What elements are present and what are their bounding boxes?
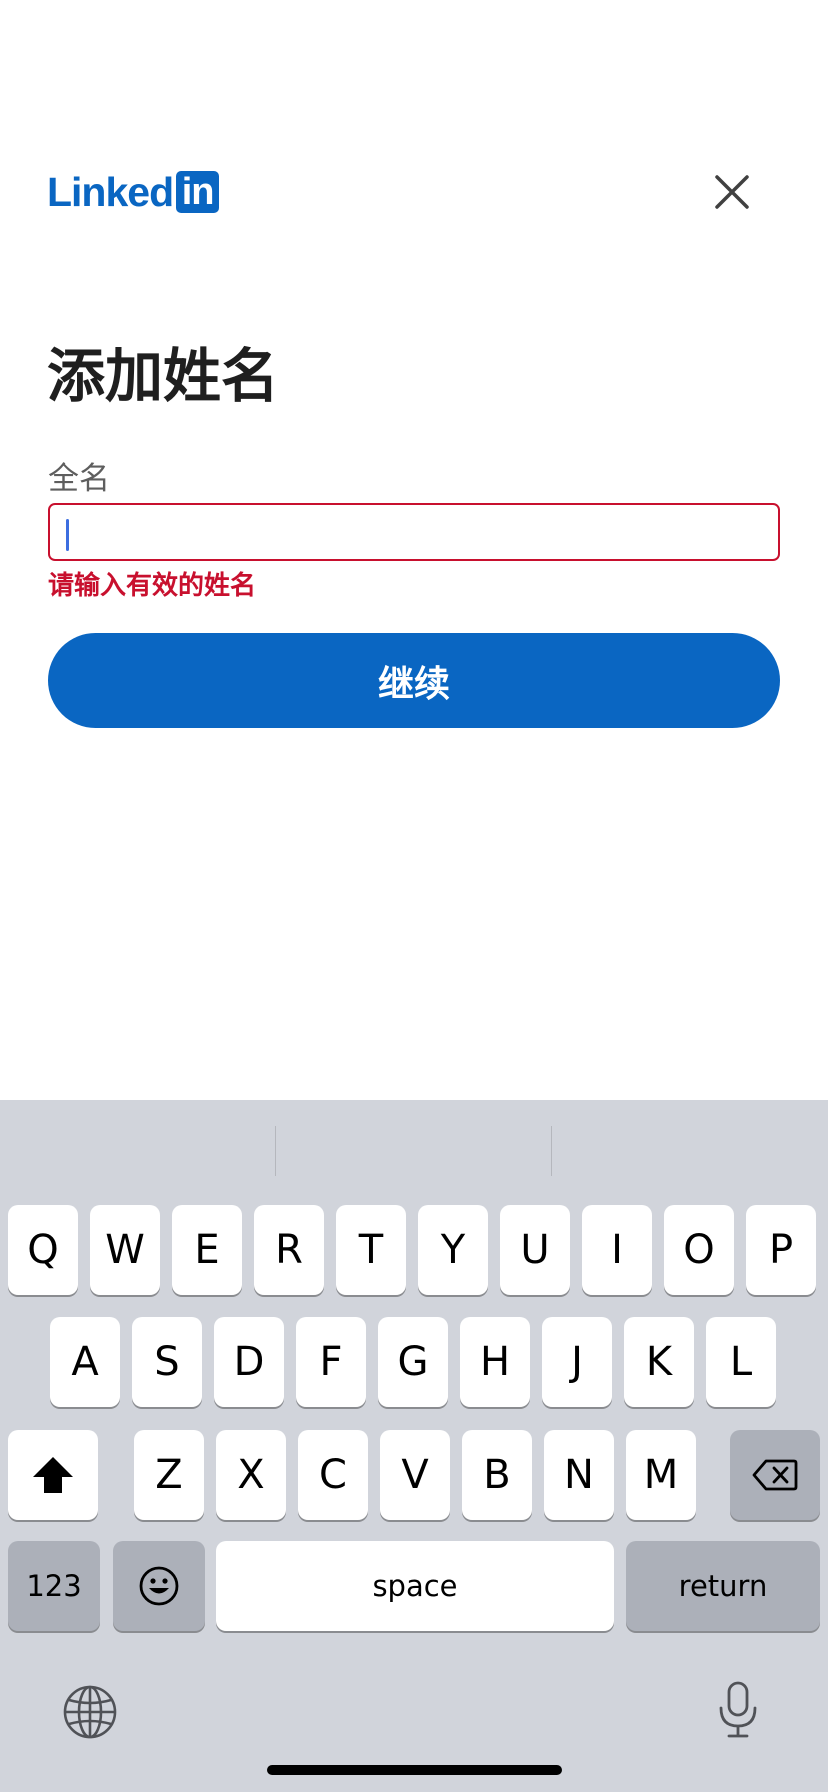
close-icon <box>715 175 749 209</box>
key-w[interactable]: W <box>90 1205 160 1295</box>
key-m[interactable]: M <box>626 1430 696 1520</box>
key-q[interactable]: Q <box>8 1205 78 1295</box>
logo-in-box: in <box>176 171 220 213</box>
suggestion-divider <box>275 1126 276 1176</box>
key-y[interactable]: Y <box>418 1205 488 1295</box>
on-screen-keyboard: QWERTYUIOP ASDFGHJKL ZXCVBNM 123 space ret… <box>0 1100 828 1792</box>
key-i[interactable]: I <box>582 1205 652 1295</box>
full-name-input[interactable] <box>66 509 766 557</box>
key-a[interactable]: A <box>50 1317 120 1407</box>
key-p[interactable]: P <box>746 1205 816 1295</box>
key-c[interactable]: C <box>298 1430 368 1520</box>
linkedin-logo: Linked in <box>47 169 220 215</box>
key-j[interactable]: J <box>542 1317 612 1407</box>
close-button[interactable] <box>708 168 756 216</box>
text-caret <box>66 519 69 551</box>
key-d[interactable]: D <box>214 1317 284 1407</box>
key-u[interactable]: U <box>500 1205 570 1295</box>
backspace-key[interactable] <box>730 1430 820 1520</box>
key-l[interactable]: L <box>706 1317 776 1407</box>
emoji-icon <box>139 1566 179 1606</box>
backspace-icon <box>752 1459 798 1491</box>
globe-button[interactable] <box>60 1682 120 1742</box>
key-n[interactable]: N <box>544 1430 614 1520</box>
key-f[interactable]: F <box>296 1317 366 1407</box>
key-o[interactable]: O <box>664 1205 734 1295</box>
dictation-button[interactable] <box>710 1678 766 1742</box>
logo-wordmark: Linked <box>47 169 174 215</box>
full-name-field[interactable] <box>48 503 780 561</box>
name-error-message: 请输入有效的姓名 <box>48 571 257 601</box>
key-t[interactable]: T <box>336 1205 406 1295</box>
key-r[interactable]: R <box>254 1205 324 1295</box>
globe-icon <box>63 1685 117 1739</box>
home-indicator[interactable] <box>267 1765 562 1775</box>
shift-icon <box>33 1457 73 1493</box>
page-title: 添加姓名 <box>47 342 280 410</box>
key-g[interactable]: G <box>378 1317 448 1407</box>
microphone-icon <box>719 1681 757 1738</box>
key-e[interactable]: E <box>172 1205 242 1295</box>
key-k[interactable]: K <box>624 1317 694 1407</box>
full-name-label: 全名 <box>48 461 110 497</box>
key-z[interactable]: Z <box>134 1430 204 1520</box>
shift-key[interactable] <box>8 1430 98 1520</box>
suggestion-divider <box>551 1126 552 1176</box>
emoji-key[interactable] <box>113 1541 205 1631</box>
numbers-key[interactable]: 123 <box>8 1541 100 1631</box>
return-key[interactable]: return <box>626 1541 820 1631</box>
continue-button[interactable]: 继续 <box>48 633 780 728</box>
key-v[interactable]: V <box>380 1430 450 1520</box>
key-h[interactable]: H <box>460 1317 530 1407</box>
space-key[interactable]: space <box>216 1541 614 1631</box>
key-x[interactable]: X <box>216 1430 286 1520</box>
key-s[interactable]: S <box>132 1317 202 1407</box>
key-b[interactable]: B <box>462 1430 532 1520</box>
